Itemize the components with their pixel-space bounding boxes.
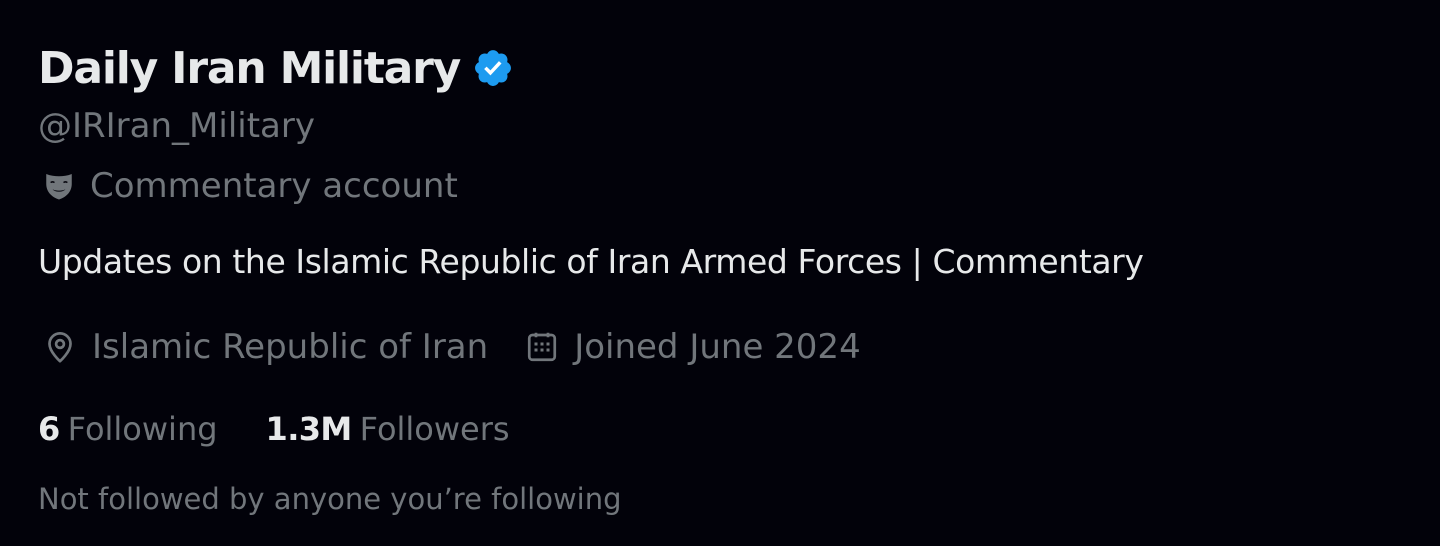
followers-link[interactable]: 1.3M Followers: [266, 410, 510, 448]
calendar-icon: [524, 329, 560, 365]
theater-mask-icon: [42, 169, 76, 203]
profile-bio: Updates on the Islamic Republic of Iran …: [38, 242, 1144, 281]
following-link[interactable]: 6 Following: [38, 410, 218, 448]
following-count: 6: [38, 410, 60, 448]
location-item: Islamic Republic of Iran: [42, 327, 488, 367]
joined-item: Joined June 2024: [524, 327, 861, 367]
mutual-followers-text[interactable]: Not followed by anyone you’re following: [38, 482, 622, 516]
user-handle: @IRIran_Military: [38, 106, 315, 146]
name-row: Daily Iran Military: [38, 38, 514, 98]
followers-count: 1.3M: [265, 410, 353, 448]
joined-text: Joined June 2024: [574, 327, 861, 367]
following-label: Following: [67, 410, 218, 448]
profile-meta: Islamic Republic of Iran Joined June 202…: [42, 324, 897, 370]
location-pin-icon: [42, 329, 78, 365]
followers-label: Followers: [359, 410, 510, 448]
display-name: Daily Iran Military: [38, 42, 461, 94]
profile-header: Daily Iran Military @IRIran_Military Com…: [0, 0, 1440, 546]
account-label-text: Commentary account: [90, 166, 458, 206]
location-text: Islamic Republic of Iran: [92, 327, 489, 367]
account-label[interactable]: Commentary account: [42, 164, 458, 208]
follow-stats: 6 Following 1.3M Followers: [38, 406, 558, 452]
verified-badge-icon[interactable]: [472, 47, 514, 89]
